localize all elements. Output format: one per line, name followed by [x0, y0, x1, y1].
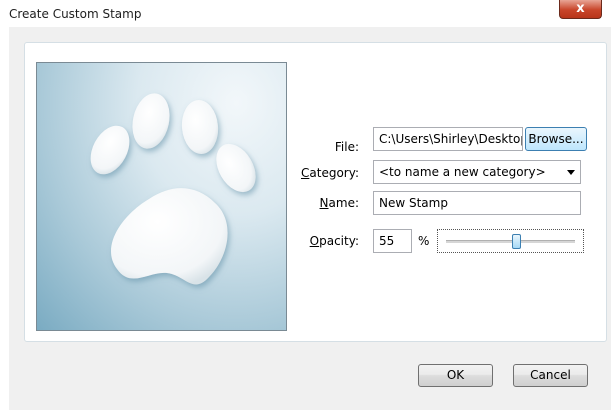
name-field[interactable]: New Stamp	[373, 191, 581, 215]
opacity-field[interactable]: 55	[373, 229, 412, 253]
opacity-label: Opacity:	[309, 234, 359, 248]
cancel-button[interactable]: Cancel	[513, 364, 588, 387]
stamp-preview	[36, 62, 287, 331]
paw-print-icon	[90, 93, 256, 285]
close-icon: x	[576, 1, 585, 16]
name-label: Name:	[319, 196, 359, 210]
category-label: Category:	[301, 166, 359, 180]
chevron-down-icon	[567, 170, 575, 175]
browse-button[interactable]: Browse...	[525, 127, 587, 151]
slider-track	[446, 240, 575, 243]
percent-label: %	[418, 234, 430, 248]
file-label: File:	[334, 140, 359, 154]
file-path-field[interactable]: C:\Users\Shirley\Desktop	[373, 127, 523, 151]
ok-button[interactable]: OK	[418, 364, 493, 387]
category-dropdown[interactable]: <to name a new category>	[373, 160, 581, 184]
close-button[interactable]: x	[559, 0, 602, 19]
opacity-slider[interactable]	[437, 229, 584, 253]
category-value: <to name a new category>	[379, 165, 546, 179]
window-title: Create Custom Stamp	[9, 7, 142, 21]
slider-thumb[interactable]	[511, 234, 521, 249]
title-bar: Create Custom Stamp x	[0, 0, 611, 27]
